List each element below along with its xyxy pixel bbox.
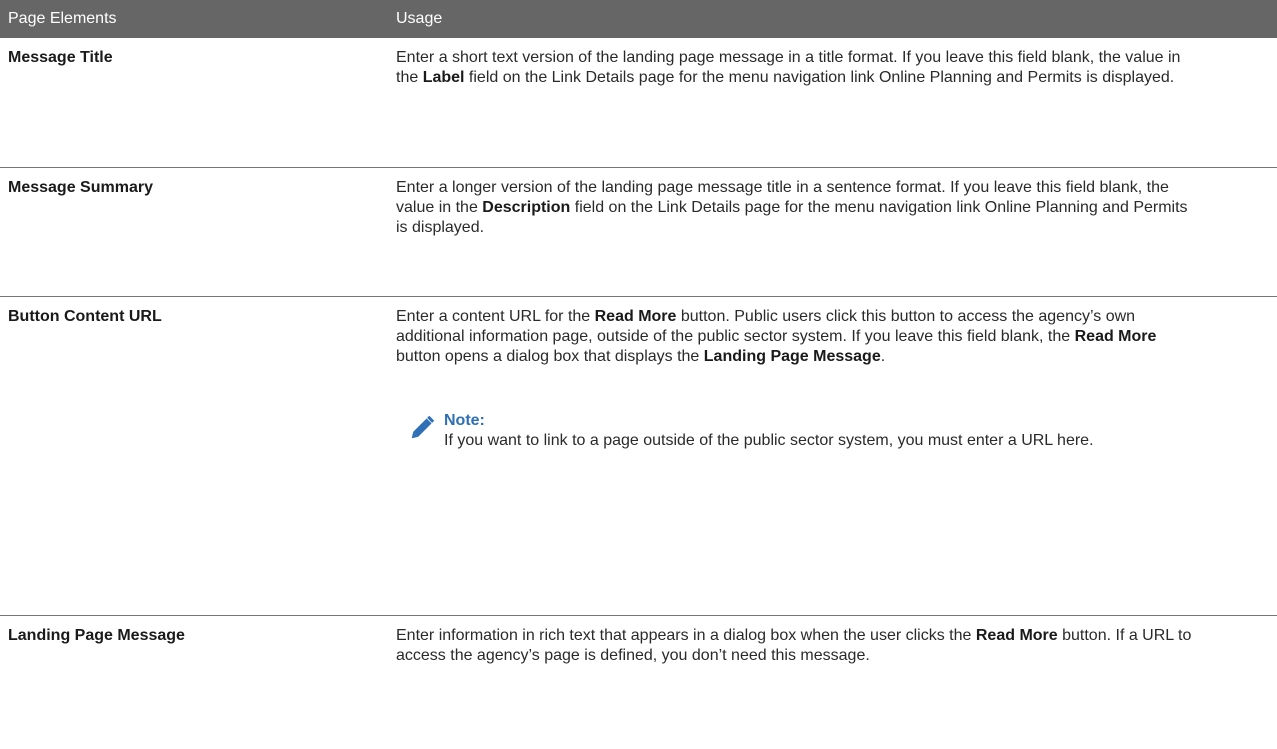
header-usage: Usage — [383, 0, 1277, 38]
table-row: Landing Page Message Enter information i… — [0, 615, 1277, 715]
text-segment: Enter information in rich text that appe… — [396, 626, 976, 644]
text-segment: Enter a content URL for the — [396, 307, 595, 325]
element-name: Landing Page Message — [8, 626, 185, 644]
usage-text: Enter information in rich text that appe… — [383, 615, 1277, 715]
table-row: Message Summary Enter a longer version o… — [0, 167, 1277, 297]
note-box: Note: If you want to link to a page outs… — [396, 411, 1197, 451]
bold-term: Description — [482, 198, 571, 216]
page-elements-table: Page Elements Usage Message Title Enter … — [0, 0, 1277, 715]
text-segment: field on the Link Details page for the m… — [464, 69, 1175, 86]
header-page-elements: Page Elements — [0, 0, 383, 38]
pencil-icon — [411, 415, 435, 438]
element-name: Message Title — [0, 38, 383, 168]
table-row: Message Title Enter a short text version… — [0, 38, 1277, 168]
text-segment: button opens a dialog box that displays … — [396, 347, 704, 365]
note-title: Note: — [444, 411, 485, 429]
table-header: Page Elements Usage — [0, 0, 1277, 38]
note-body: If you want to link to a page outside of… — [444, 431, 1094, 449]
text-segment: . — [880, 347, 886, 365]
usage-text: Enter a short text version of the landin… — [383, 38, 1277, 168]
element-name: Button Content URL — [0, 296, 383, 616]
usage-cell: Enter a content URL for the Read More bu… — [383, 296, 1277, 616]
header-row: Page Elements Usage — [0, 0, 1277, 38]
table-row: Button Content URL Enter a content URL f… — [0, 296, 1277, 616]
bold-term: Label — [422, 69, 465, 86]
bold-term: Read More — [975, 626, 1058, 644]
usage-text: Enter a content URL for the Read More bu… — [396, 307, 1197, 367]
bold-term: Read More — [594, 307, 677, 325]
bold-term: Landing Page Message — [703, 347, 881, 365]
usage-text: Enter a longer version of the landing pa… — [383, 167, 1277, 297]
element-name: Message Summary — [0, 167, 383, 297]
bold-term: Read More — [1074, 327, 1157, 345]
